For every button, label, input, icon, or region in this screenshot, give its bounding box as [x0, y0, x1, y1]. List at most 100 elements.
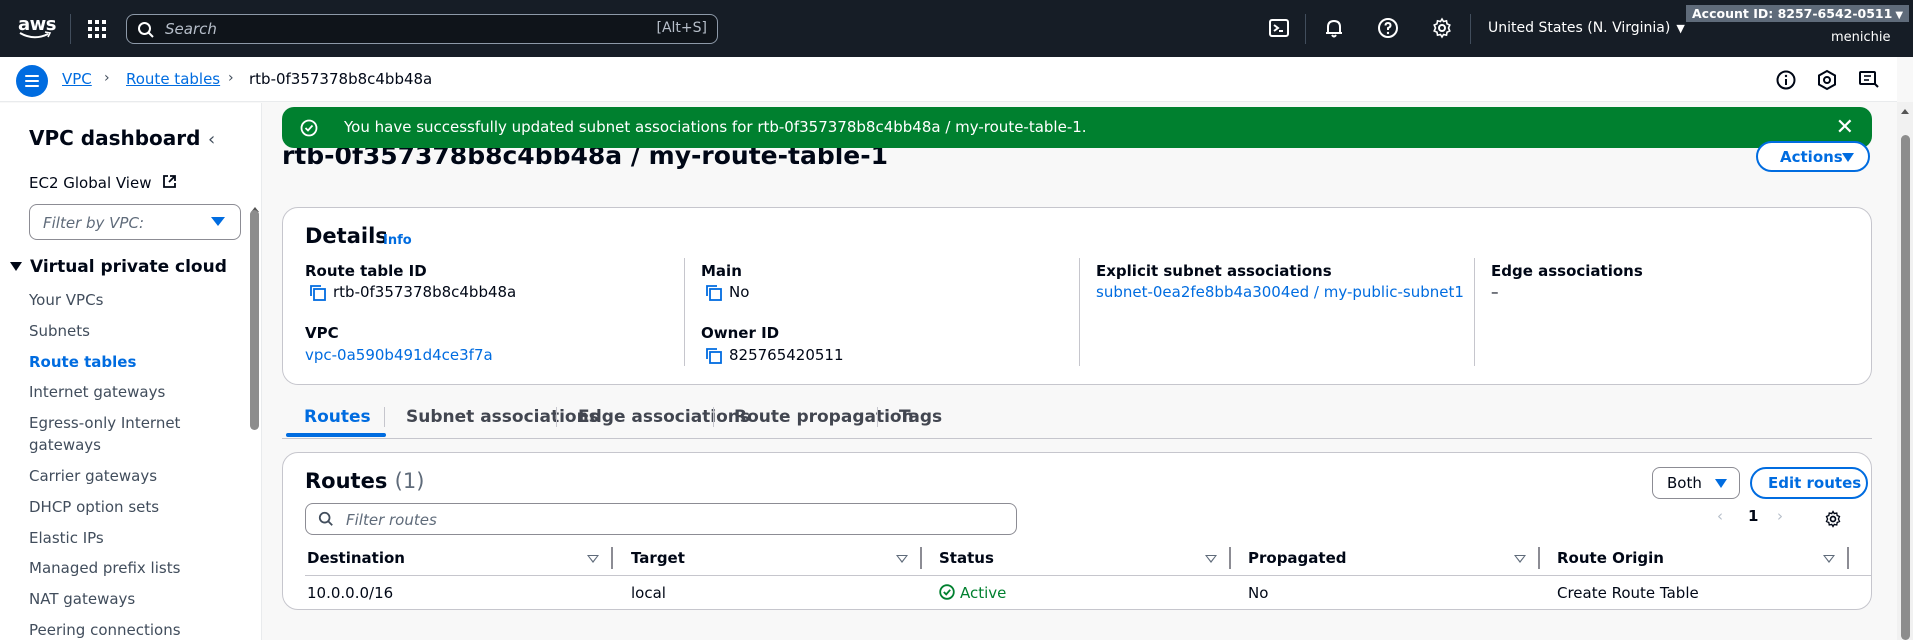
hexagon-icon[interactable] [1816, 69, 1838, 91]
sort-icon[interactable] [896, 555, 908, 563]
actions-button[interactable]: Actions [1756, 141, 1870, 172]
sidebar-item-subnets[interactable]: Subnets [29, 320, 229, 342]
aws-smile-icon [19, 31, 52, 39]
filter-routes-box[interactable] [305, 503, 1017, 535]
tab-route-propagation[interactable]: Route propagation [734, 407, 914, 427]
copy-icon[interactable] [705, 284, 723, 302]
cloudshell-icon[interactable] [1267, 16, 1291, 40]
caret-down-icon [1715, 479, 1727, 488]
copy-icon[interactable] [705, 347, 723, 365]
help-icon[interactable] [1376, 16, 1400, 40]
sidebar-item-nat-gateways[interactable]: NAT gateways [29, 588, 229, 610]
info-circle-icon[interactable] [1775, 69, 1797, 91]
notifications-bell-icon[interactable] [1322, 16, 1346, 40]
search-icon [318, 511, 333, 526]
tab-divider [556, 407, 557, 427]
main-value: No [729, 283, 750, 301]
edit-routes-button[interactable]: Edit routes [1750, 467, 1868, 499]
column-resizer[interactable] [1847, 547, 1849, 569]
route-status-label: Active [960, 584, 1007, 602]
page-scrollbar-thumb[interactable] [1901, 135, 1910, 640]
nav-menu-button[interactable] [16, 65, 48, 97]
sidebar-item-internet-gateways[interactable]: Internet gateways [29, 381, 229, 403]
sort-icon[interactable] [1514, 555, 1526, 563]
global-search-input[interactable] [165, 19, 625, 39]
sidebar-item-egress-only-internet-gateways[interactable]: Egress-only Internet gateways [29, 412, 189, 456]
success-check-icon [300, 119, 318, 137]
nav-divider [1305, 14, 1306, 44]
vpc-link[interactable]: vpc-0a590b491d4ce3f7a [305, 346, 493, 364]
sidebar-item-elastic-ips[interactable]: Elastic IPs [29, 527, 229, 549]
owner-id-value: 825765420511 [729, 346, 844, 364]
sidebar-title[interactable]: VPC dashboard [29, 126, 200, 150]
top-navigation: aws [Alt+S] United States (N [0, 0, 1913, 57]
aws-logo[interactable]: aws [18, 14, 57, 42]
services-grid-icon[interactable] [88, 20, 106, 38]
column-resizer[interactable] [1538, 547, 1540, 569]
settings-gear-icon[interactable] [1430, 16, 1454, 40]
both-label: Both [1667, 474, 1702, 492]
column-header-destination[interactable]: Destination [307, 549, 405, 567]
account-menu[interactable]: Account ID: 8257-6542-0511 ▼ [1686, 5, 1910, 22]
scroll-up-icon[interactable] [1901, 109, 1909, 114]
explicit-subnet-association-link[interactable]: subnet-0ea2fe8bb4a3004ed / my-public-sub… [1096, 283, 1464, 301]
tab-routes[interactable]: Routes [304, 407, 371, 427]
tab-edge-associations[interactable]: Edge associations [578, 407, 750, 427]
sidebar-section-virtual-private-cloud[interactable]: Virtual private cloud [10, 257, 227, 277]
column-divider [1079, 258, 1080, 366]
search-shortcut-hint: [Alt+S] [656, 20, 708, 36]
column-header-propagated[interactable]: Propagated [1248, 549, 1347, 567]
collapse-chevron-left-icon[interactable]: ‹ [208, 129, 215, 150]
copy-icon[interactable] [309, 284, 327, 302]
edit-routes-label: Edit routes [1768, 474, 1862, 492]
tab-tags[interactable]: Tags [899, 407, 942, 427]
expand-triangle-icon [10, 262, 22, 271]
explicit-subnet-associations-label: Explicit subnet associations [1096, 262, 1332, 280]
sort-icon[interactable] [1823, 555, 1835, 563]
tab-subnet-associations[interactable]: Subnet associations [406, 407, 599, 427]
column-header-status[interactable]: Status [939, 549, 994, 567]
success-flash-banner: You have successfully updated subnet ass… [282, 107, 1872, 148]
table-preferences-gear-icon[interactable] [1823, 509, 1843, 529]
nav-divider [1470, 14, 1471, 44]
sidebar-scrollbar[interactable] [250, 210, 259, 430]
details-title: Details [305, 224, 388, 248]
column-resizer[interactable] [1229, 547, 1231, 569]
info-link[interactable]: Info [383, 233, 412, 248]
region-selector[interactable]: United States (N. Virginia) ▼ [1488, 20, 1685, 36]
route-origin: Create Route Table [1557, 584, 1699, 602]
sidebar-item-your-vpcs[interactable]: Your VPCs [29, 289, 229, 311]
column-divider [684, 258, 685, 366]
sidebar-item-managed-prefix-lists[interactable]: Managed prefix lists [29, 557, 229, 579]
feedback-icon[interactable] [1858, 69, 1880, 91]
page-number[interactable]: 1 [1748, 507, 1758, 525]
column-header-target[interactable]: Target [631, 549, 685, 567]
column-header-route-origin[interactable]: Route Origin [1557, 549, 1664, 567]
filter-routes-input[interactable] [346, 510, 946, 530]
sidebar-item-carrier-gateways[interactable]: Carrier gateways [29, 465, 229, 487]
route-target: local [631, 584, 666, 602]
caret-down-icon [1842, 153, 1854, 162]
tab-divider [713, 407, 714, 427]
sidebar-item-route-tables[interactable]: Route tables [29, 351, 229, 373]
next-page-chevron-icon[interactable]: › [1777, 507, 1783, 525]
dismiss-close-icon[interactable]: ✕ [1836, 115, 1854, 140]
global-search-box[interactable]: [Alt+S] [126, 14, 718, 44]
breadcrumb-vpc[interactable]: VPC [62, 70, 92, 88]
vpc-label: VPC [305, 324, 339, 342]
sort-icon[interactable] [1205, 555, 1217, 563]
breadcrumb-separator-icon: › [228, 70, 234, 86]
sort-icon[interactable] [587, 555, 599, 563]
both-select[interactable]: Both [1652, 467, 1740, 499]
nav-divider [70, 14, 71, 44]
breadcrumb-separator-icon: › [104, 70, 110, 86]
page-scrollbar[interactable] [1897, 102, 1913, 640]
column-resizer[interactable] [611, 547, 613, 569]
sidebar-item-dhcp-option-sets[interactable]: DHCP option sets [29, 496, 229, 518]
previous-page-chevron-icon[interactable]: ‹ [1717, 507, 1723, 525]
sidebar-item-ec2-global-view[interactable]: EC2 Global View [29, 174, 177, 192]
column-resizer[interactable] [920, 547, 922, 569]
filter-by-vpc-select[interactable]: Filter by VPC: [29, 204, 241, 240]
sidebar-item-peering-connections[interactable]: Peering connections [29, 619, 229, 640]
breadcrumb-route-tables[interactable]: Route tables [126, 70, 220, 88]
